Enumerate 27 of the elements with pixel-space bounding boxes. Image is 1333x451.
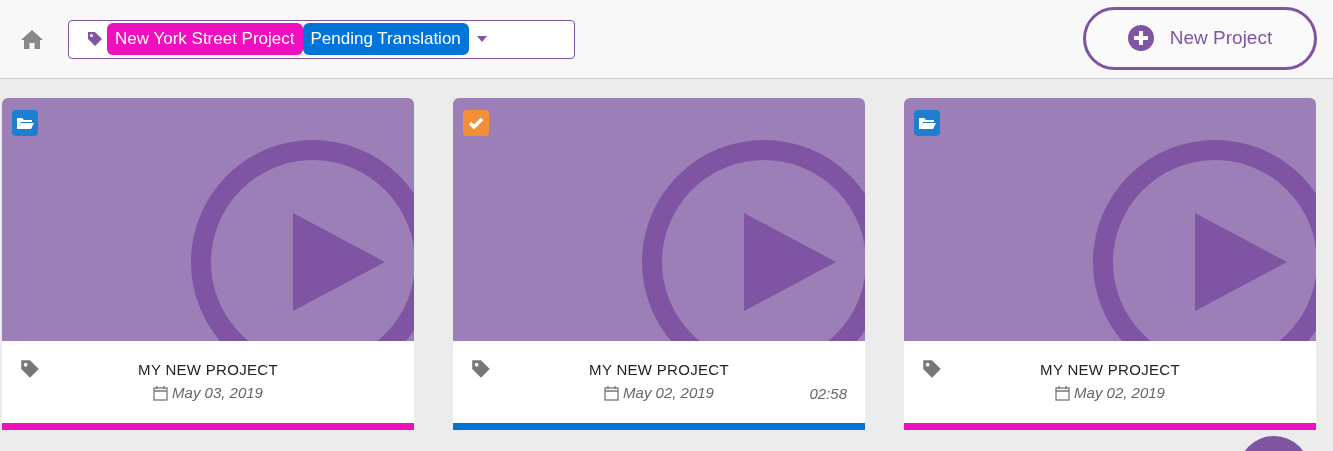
- project-title: MY NEW PROJECT: [589, 361, 729, 379]
- project-title: MY NEW PROJECT: [1040, 361, 1180, 379]
- calendar-icon: [604, 385, 620, 402]
- calendar-icon: [153, 385, 169, 402]
- tag-filter-field[interactable]: New York Street Project Pending Translation: [68, 19, 575, 59]
- video-duration: 02:58: [809, 384, 847, 404]
- tag-chip[interactable]: New York Street Project: [107, 23, 303, 55]
- project-date: May 02, 2019: [623, 383, 714, 403]
- video-thumbnail-drawing[interactable]: [453, 98, 865, 341]
- calendar-icon: [1055, 385, 1071, 402]
- checkmark-icon: [463, 110, 489, 136]
- new-project-button[interactable]: New Project: [1083, 6, 1317, 70]
- tag-icon[interactable]: [20, 359, 40, 379]
- project-date: May 02, 2019: [1074, 383, 1165, 403]
- dropdown-caret-icon[interactable]: [476, 36, 487, 42]
- folder-icon: [914, 110, 940, 136]
- home-icon[interactable]: [20, 29, 44, 49]
- tag-icon[interactable]: [922, 359, 942, 379]
- tag-icon: [87, 31, 103, 47]
- project-date: May 03, 2019: [172, 383, 263, 403]
- folder-icon: [12, 110, 38, 136]
- plus-icon: [1127, 25, 1154, 51]
- tag-chip[interactable]: Pending Translation: [302, 23, 469, 55]
- project-title: MY NEW PROJECT: [138, 361, 278, 379]
- video-thumbnail-drawing[interactable]: [904, 98, 1316, 341]
- tag-icon[interactable]: [471, 359, 491, 379]
- video-thumbnail-drawing[interactable]: [2, 98, 414, 341]
